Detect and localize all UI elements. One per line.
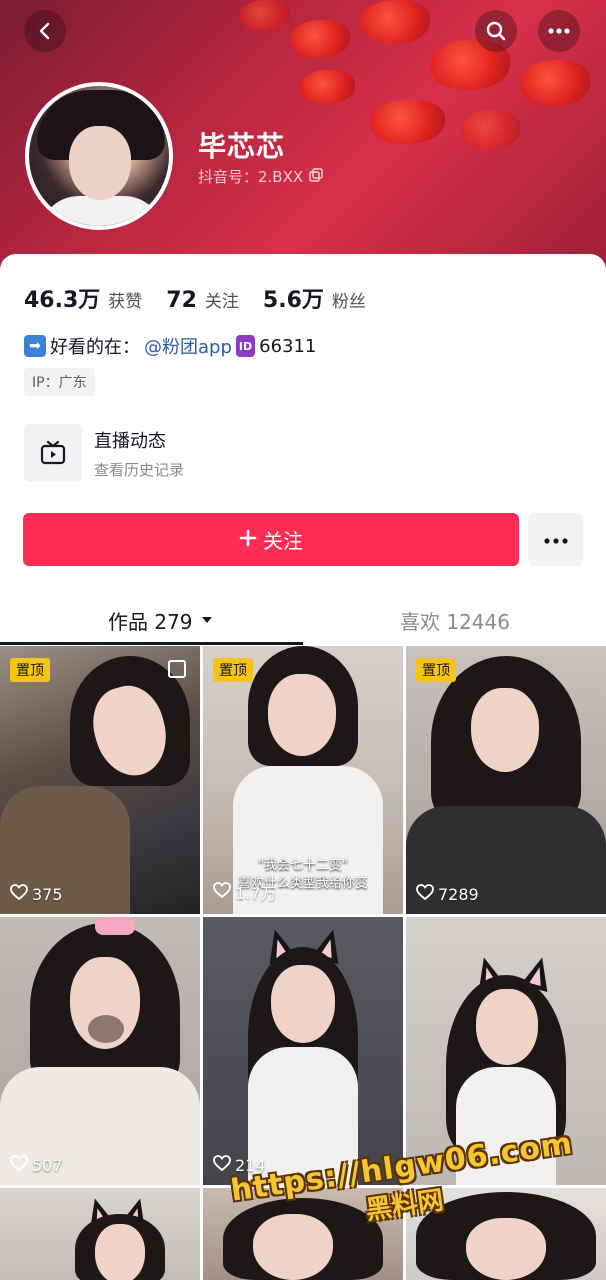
video-likes: 375 — [10, 884, 63, 904]
live-history-entry[interactable]: 直播动态 查看历史记录 — [24, 424, 184, 482]
video-likes: 1.7万 — [213, 880, 276, 904]
video-thumbnail[interactable]: 置顶 7289 — [406, 646, 606, 914]
douyin-id-text: 抖音号：2.BXX — [198, 168, 304, 186]
bio: ➡ 好看的在： @粉团app ID 66311 — [24, 333, 316, 359]
video-thumbnail[interactable] — [0, 1188, 200, 1280]
select-checkbox[interactable] — [168, 660, 186, 678]
stats-row: 46.3万 获赞 72 关注 5.6万 粉丝 — [24, 282, 390, 314]
search-button[interactable] — [475, 10, 517, 52]
stat-followers[interactable]: 5.6万 粉丝 — [263, 282, 366, 314]
heart-icon — [213, 882, 231, 902]
stat-label: 粉丝 — [331, 292, 366, 312]
caret-down-icon[interactable] — [201, 616, 213, 624]
more-actions-button[interactable] — [528, 513, 583, 566]
heart-icon — [213, 1155, 231, 1175]
stat-number: 72 — [166, 288, 197, 313]
tab-works-label: 作品 279 — [108, 609, 193, 634]
right-arrow-emoji-icon: ➡ — [24, 335, 46, 357]
bio-id-number: 66311 — [259, 335, 317, 357]
stat-label: 获赞 — [108, 292, 143, 312]
pinned-badge: 置顶 — [213, 658, 253, 682]
back-button[interactable] — [24, 10, 66, 52]
likes-count: 1.7万 — [235, 884, 277, 903]
video-likes: 507 — [10, 1155, 63, 1175]
avatar[interactable] — [25, 82, 173, 230]
profile-page: 毕芯芯 抖音号：2.BXX 46.3万 获赞 72 关注 5.6万 粉丝 ➡ 好… — [0, 0, 606, 1280]
douyin-id[interactable]: 抖音号：2.BXX — [198, 166, 323, 187]
follow-label: 关注 — [263, 529, 303, 553]
stat-number: 46.3万 — [24, 288, 101, 313]
tv-icon — [24, 424, 82, 482]
stat-number: 5.6万 — [262, 288, 324, 313]
likes-count: 507 — [32, 1155, 63, 1175]
stat-likes[interactable]: 46.3万 获赞 — [24, 282, 142, 314]
more-dots-icon — [547, 27, 571, 35]
bio-prefix: 好看的在： — [50, 337, 140, 358]
live-title: 直播动态 — [94, 430, 166, 452]
stat-following[interactable]: 72 关注 — [166, 287, 239, 313]
profile-header: 毕芯芯 抖音号：2.BXX — [0, 0, 606, 290]
heart-icon — [10, 884, 28, 904]
search-icon — [485, 20, 507, 42]
tab-works[interactable]: 作品 279 — [108, 598, 213, 642]
heart-icon — [416, 884, 434, 904]
video-likes: 7289 — [416, 884, 479, 904]
live-subtitle: 查看历史记录 — [94, 460, 185, 479]
heart-icon — [10, 1155, 28, 1175]
active-tab-indicator — [0, 642, 303, 645]
pinned-badge: 置顶 — [10, 658, 50, 682]
video-thumbnail[interactable]: 置顶 375 — [0, 646, 200, 914]
likes-count: 7289 — [438, 884, 479, 904]
id-emoji-icon: ID — [235, 335, 256, 357]
profile-name: 毕芯芯 — [198, 130, 286, 163]
video-thumbnail[interactable]: 507 — [0, 917, 200, 1185]
back-arrow-icon — [35, 21, 55, 41]
video-thumbnail[interactable]: 置顶 "我会七十二变" 喜欢什么类型我给你变 1.7万 — [203, 646, 403, 914]
tab-likes[interactable]: 喜欢 12446 — [400, 598, 510, 642]
content-tabs: 作品 279 喜欢 12446 — [0, 598, 606, 646]
copy-icon[interactable] — [309, 167, 323, 186]
likes-count: 375 — [32, 884, 63, 904]
plus-icon — [239, 528, 257, 552]
video-thumbnail[interactable]: 214 — [203, 917, 403, 1185]
video-caption: "我会七十二变" — [258, 858, 348, 873]
bio-mention-link[interactable]: @粉团app — [144, 333, 232, 359]
pinned-badge: 置顶 — [416, 658, 456, 682]
follow-button[interactable]: 关注 — [23, 513, 519, 566]
more-button[interactable] — [538, 10, 580, 52]
tab-likes-label: 喜欢 12446 — [400, 609, 510, 634]
stat-label: 关注 — [204, 292, 239, 312]
more-dots-icon — [543, 530, 569, 549]
ip-location-tag: IP：广东 — [24, 368, 95, 396]
